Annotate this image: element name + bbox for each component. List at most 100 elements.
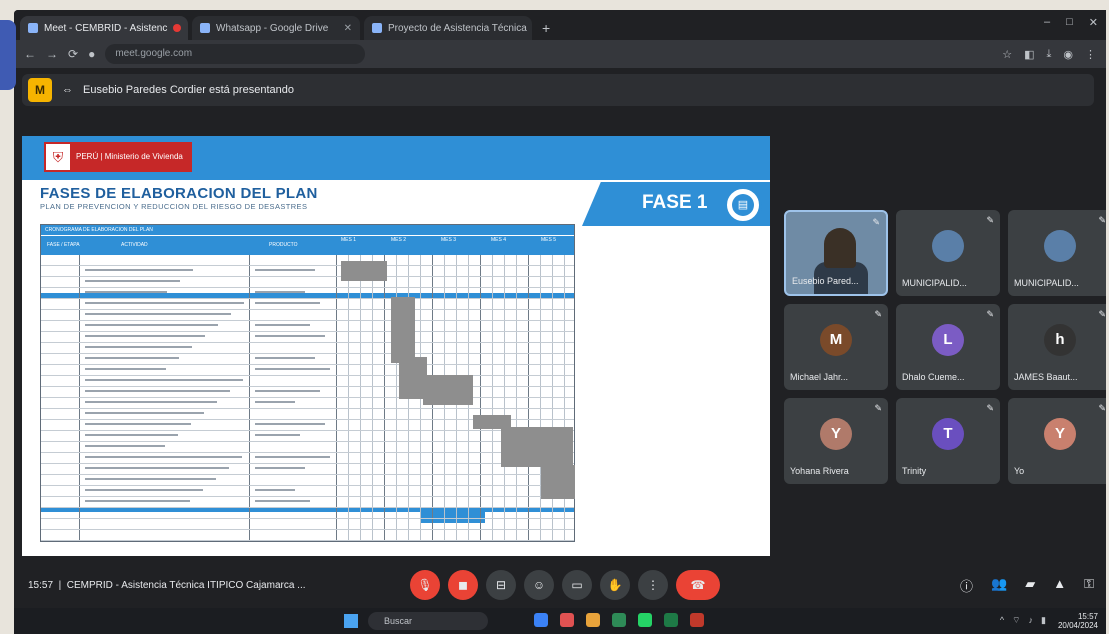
legend-highlight xyxy=(421,511,485,523)
mic-muted-icon: ✎ xyxy=(1098,215,1106,225)
activity-text-line xyxy=(85,478,216,480)
shared-presentation-slide: ⛨ PERÚ | Ministerio de Vivienda FASES DE… xyxy=(22,136,770,556)
participant-name: Michael Jahr... xyxy=(790,372,849,382)
participant-tile[interactable]: ✎ MUNICIPALID... xyxy=(896,210,1000,296)
activity-text-line xyxy=(85,456,242,458)
tray-chevron-icon[interactable]: ^ xyxy=(1000,615,1004,626)
participant-tile[interactable]: Y ✎ Yo xyxy=(1008,398,1106,484)
app-icon-excel[interactable] xyxy=(664,613,678,627)
table-row-line xyxy=(41,540,574,541)
participant-avatar: T xyxy=(932,418,964,450)
activities-icon[interactable]: ▲ xyxy=(1053,576,1066,595)
captions-button[interactable]: ⊟ xyxy=(486,570,516,600)
host-controls-icon[interactable]: ⚿ xyxy=(1084,576,1094,595)
participant-avatar: h xyxy=(1044,324,1076,356)
presenter-icon: ⇔ xyxy=(62,84,73,96)
product-text-line xyxy=(255,357,315,359)
forward-arrow-icon[interactable]: → xyxy=(46,47,58,61)
product-text-line xyxy=(255,335,325,337)
profile-icon[interactable]: ◉ xyxy=(1063,48,1073,61)
app-icon-explorer[interactable] xyxy=(534,613,548,627)
participant-tile[interactable]: M ✎ Michael Jahr... xyxy=(784,304,888,390)
wifi-icon[interactable]: ⌔ xyxy=(1012,615,1020,626)
tab-meet[interactable]: Meet - CEMBRID - Asistenc ✕ xyxy=(20,16,188,40)
taskbar-search[interactable]: Buscar xyxy=(368,612,488,630)
close-tab-icon[interactable]: ✕ xyxy=(344,23,352,34)
back-arrow-icon[interactable]: ← xyxy=(24,47,36,61)
minimize-button[interactable]: – xyxy=(1044,16,1050,29)
app-icon-whatsapp[interactable] xyxy=(638,613,652,627)
more-options-button[interactable]: ⋮ xyxy=(638,570,668,600)
activity-text-line xyxy=(85,291,167,293)
windows-start-icon[interactable] xyxy=(344,614,358,628)
app-icon-chrome[interactable] xyxy=(612,613,626,627)
activity-text-line xyxy=(85,379,243,381)
participant-tile[interactable]: L ✎ Dhalo Cueme... xyxy=(896,304,1000,390)
camera-off-button[interactable]: ◼ xyxy=(448,570,478,600)
info-icon[interactable]: ⓘ xyxy=(960,576,973,595)
activity-text-line xyxy=(85,368,166,370)
col-month-4: MES 4 xyxy=(491,237,507,243)
bookmark-star-icon[interactable]: ☆ xyxy=(1002,48,1012,61)
emoji-button[interactable]: ☺ xyxy=(524,570,554,600)
meet-control-bar: 15:57 | CEMPRID - Asistencia Técnica ITI… xyxy=(14,566,1106,608)
people-icon[interactable]: 👥 xyxy=(991,576,1007,595)
meet-favicon-icon xyxy=(28,23,38,33)
raise-hand-button[interactable]: ✋ xyxy=(600,570,630,600)
close-window-button[interactable]: ✕ xyxy=(1089,16,1098,29)
participant-avatar xyxy=(1044,230,1076,262)
window-controls: – □ ✕ xyxy=(1044,16,1098,29)
extensions-icon[interactable]: ◧ xyxy=(1024,48,1034,61)
table-row-line xyxy=(41,507,574,508)
table-row-line xyxy=(41,496,574,497)
new-tab-button[interactable]: + xyxy=(536,16,556,40)
present-button[interactable]: ▭ xyxy=(562,570,592,600)
mic-muted-icon: ✎ xyxy=(1098,309,1106,319)
recording-dot-icon xyxy=(173,24,182,32)
col-phase: FASE / ETAPA xyxy=(47,242,80,248)
participant-name: Yo xyxy=(1014,466,1025,476)
activity-text-line xyxy=(85,313,231,315)
product-text-line xyxy=(255,467,305,469)
browser-menu-icon[interactable]: ⋮ xyxy=(1085,48,1096,61)
tab-project[interactable]: Proyecto de Asistencia Técnica ✕ xyxy=(364,16,532,40)
product-text-line xyxy=(255,291,305,293)
participant-tile[interactable]: h ✎ JAMES Baaut... xyxy=(1008,304,1106,390)
url-field[interactable]: meet.google.com xyxy=(105,44,366,64)
table-row-line xyxy=(41,287,574,288)
participant-name: MUNICIPALID... xyxy=(902,278,967,288)
tab-drive[interactable]: Whatsapp - Google Drive ✕ xyxy=(192,16,360,40)
leave-call-button[interactable]: ☎ xyxy=(676,570,720,600)
table-row-line xyxy=(41,265,574,266)
download-icon[interactable]: ⤓ xyxy=(1047,48,1052,61)
meeting-title: CEMPRID - Asistencia Técnica ITIPICO Caj… xyxy=(66,580,306,591)
chat-icon[interactable]: ▰ xyxy=(1025,576,1035,595)
participant-tile[interactable]: T ✎ Trinity xyxy=(896,398,1000,484)
table-row-line xyxy=(41,375,574,376)
app-icon-files[interactable] xyxy=(586,613,600,627)
mic-off-button[interactable]: 🎙 xyxy=(410,570,440,600)
participant-tile[interactable]: ✎ MUNICIPALID... xyxy=(1008,210,1106,296)
table-row-line xyxy=(41,331,574,332)
volume-icon[interactable]: ♪ xyxy=(1029,615,1034,626)
close-tab-icon[interactable]: ✕ xyxy=(187,23,188,34)
battery-icon[interactable]: ▮ xyxy=(1041,615,1046,626)
schedule-bar xyxy=(501,427,573,467)
peru-shield-icon: ⛨ xyxy=(44,142,72,172)
app-icon-shield[interactable] xyxy=(560,613,574,627)
table-row-line xyxy=(41,276,574,277)
reload-icon[interactable]: ⟳ xyxy=(68,47,78,61)
system-tray: ^ ⌔ ♪ ▮ xyxy=(1000,615,1046,626)
maximize-button[interactable]: □ xyxy=(1066,16,1073,29)
schedule-bar xyxy=(391,297,415,363)
site-info-icon[interactable]: ● xyxy=(88,47,95,61)
activity-text-line xyxy=(85,269,193,271)
product-text-line xyxy=(255,489,295,491)
app-icon-office[interactable] xyxy=(690,613,704,627)
participant-tile[interactable]: Y ✎ Yohana Rivera xyxy=(784,398,888,484)
product-text-line xyxy=(255,324,310,326)
mic-muted-icon: ✎ xyxy=(874,403,882,413)
taskbar-clock[interactable]: 15:57 20/04/2024 xyxy=(1058,612,1098,630)
browser-tab-strip: Meet - CEMBRID - Asistenc ✕ Whatsapp - G… xyxy=(14,10,1106,40)
participant-tile[interactable]: ✎ Eusebio Pared... xyxy=(784,210,888,296)
